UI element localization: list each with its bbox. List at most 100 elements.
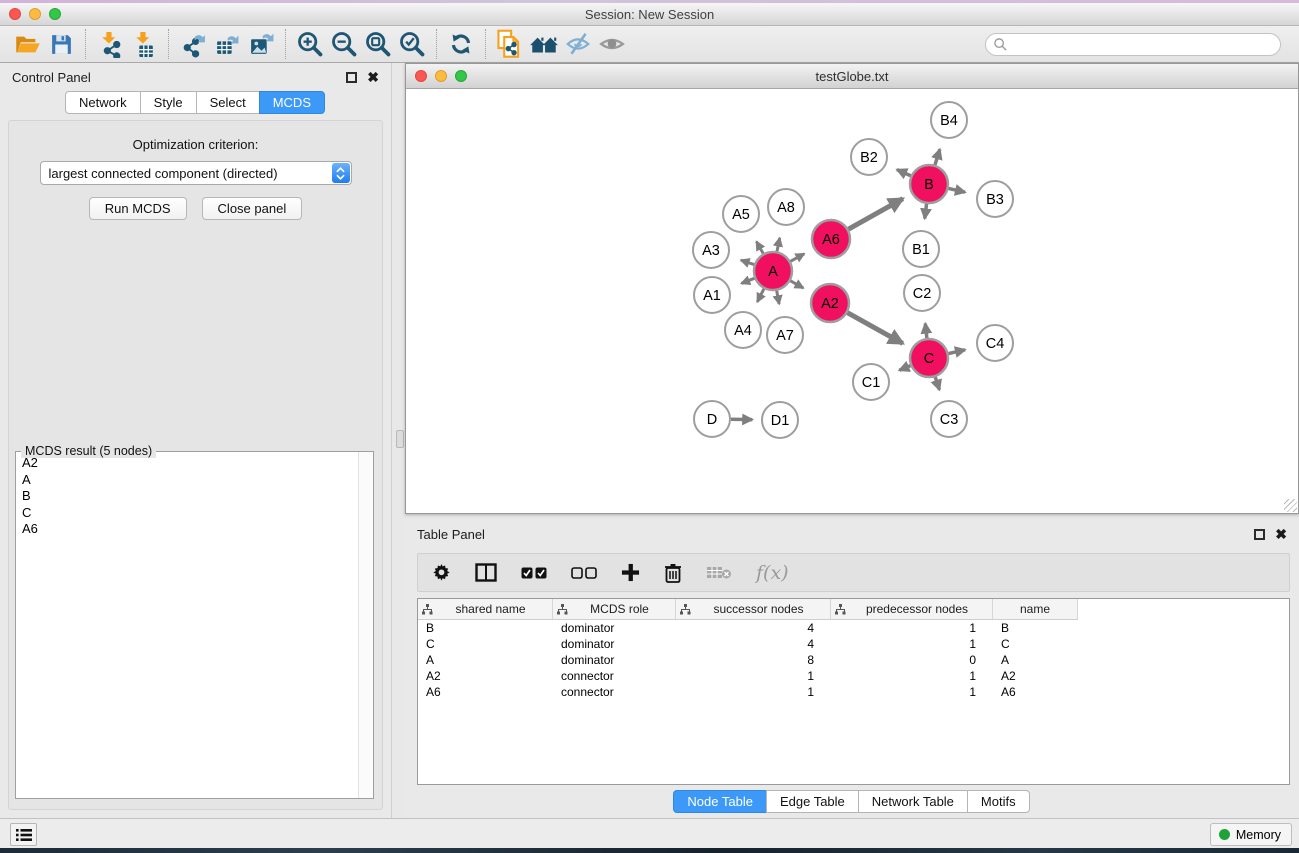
table-row[interactable]: Adominator80A — [418, 652, 1289, 668]
graph-edge-B-B1[interactable] — [925, 204, 927, 219]
window-resize-grip[interactable] — [1284, 499, 1297, 512]
graph-edge-A-A3[interactable] — [741, 260, 754, 264]
graph-edge-A-A4[interactable] — [757, 289, 764, 302]
table-cell[interactable]: A — [418, 653, 553, 667]
column-header-shared-name[interactable]: shared name — [418, 599, 553, 620]
criterion-dropdown[interactable]: largest connected component (directed) — [40, 161, 352, 185]
run-mcds-button[interactable]: Run MCDS — [89, 197, 187, 220]
tab-node-table[interactable]: Node Table — [673, 790, 767, 813]
tab-edge-table[interactable]: Edge Table — [766, 790, 859, 813]
table-row[interactable]: Bdominator41B — [418, 620, 1289, 636]
graph-edge-A-A1[interactable] — [741, 278, 754, 283]
table-cell[interactable]: A6 — [418, 685, 553, 699]
export-image-button[interactable] — [244, 28, 278, 60]
table-cell[interactable]: A — [993, 653, 1078, 667]
first-neighbors-button[interactable] — [527, 28, 561, 60]
table-cell[interactable]: 8 — [676, 653, 831, 667]
table-cell[interactable]: 1 — [676, 669, 831, 683]
open-session-button[interactable] — [10, 28, 44, 60]
import-table-button[interactable] — [127, 28, 161, 60]
column-header-MCDS-role[interactable]: MCDS role — [553, 599, 676, 620]
column-header-predecessor-nodes[interactable]: predecessor nodes — [831, 599, 993, 620]
result-item[interactable]: B — [16, 488, 358, 505]
panel-divider-grip[interactable] — [396, 430, 404, 448]
graph-edge-B-B2[interactable] — [897, 170, 911, 176]
result-scrollbar[interactable] — [358, 452, 373, 798]
tab-network[interactable]: Network — [65, 91, 141, 114]
zoom-out-button[interactable] — [327, 28, 361, 60]
graph-edge-C-C1[interactable] — [899, 366, 910, 371]
refresh-view-button[interactable] — [444, 28, 478, 60]
table-cell[interactable]: B — [993, 621, 1078, 635]
graph-edge-A-A8[interactable] — [777, 238, 780, 251]
graph-edge-C-C2[interactable] — [925, 324, 927, 339]
memory-button[interactable]: Memory — [1210, 823, 1292, 846]
result-item[interactable]: C — [16, 505, 358, 522]
unselect-all-columns-button[interactable] — [571, 567, 597, 579]
save-session-button[interactable] — [44, 28, 78, 60]
table-cell[interactable]: C — [993, 637, 1078, 651]
tab-mcds[interactable]: MCDS — [259, 91, 325, 114]
close-panel-icon[interactable]: ✖ — [367, 72, 379, 83]
delete-column-button[interactable] — [664, 563, 682, 583]
graph-edge-A-A2[interactable] — [790, 281, 803, 288]
table-cell[interactable]: A2 — [418, 669, 553, 683]
show-columns-button[interactable] — [475, 563, 497, 582]
zoom-selected-button[interactable] — [395, 28, 429, 60]
float-panel-icon[interactable] — [346, 72, 357, 83]
hide-selected-button[interactable] — [561, 28, 595, 60]
export-table-button[interactable] — [210, 28, 244, 60]
tab-select[interactable]: Select — [196, 91, 260, 114]
table-cell[interactable]: 4 — [676, 637, 831, 651]
float-table-panel-icon[interactable] — [1254, 529, 1265, 540]
search-input[interactable] — [1008, 35, 1280, 53]
table-cell[interactable]: connector — [553, 685, 676, 699]
table-cell[interactable]: connector — [553, 669, 676, 683]
table-cell[interactable]: dominator — [553, 621, 676, 635]
graph-edge-B-B3[interactable] — [949, 188, 966, 192]
table-row[interactable]: A6connector11A6 — [418, 684, 1289, 700]
zoom-in-button[interactable] — [293, 28, 327, 60]
table-cell[interactable]: 1 — [676, 685, 831, 699]
table-cell[interactable]: dominator — [553, 653, 676, 667]
result-item[interactable]: A2 — [16, 455, 358, 472]
table-cell[interactable]: 0 — [831, 653, 993, 667]
graph-edge-A-A5[interactable] — [756, 242, 763, 254]
zoom-fit-button[interactable] — [361, 28, 395, 60]
result-item[interactable]: A — [16, 472, 358, 489]
export-network-button[interactable] — [176, 28, 210, 60]
add-column-button[interactable] — [621, 563, 640, 582]
tab-motifs[interactable]: Motifs — [967, 790, 1030, 813]
table-cell[interactable]: dominator — [553, 637, 676, 651]
table-settings-button[interactable] — [432, 563, 451, 582]
table-cell[interactable]: 1 — [831, 637, 993, 651]
close-panel-button[interactable]: Close panel — [202, 197, 303, 220]
column-header-name[interactable]: name — [993, 599, 1078, 620]
show-panel-list-button[interactable] — [10, 823, 37, 846]
table-cell[interactable]: A2 — [993, 669, 1078, 683]
select-all-columns-button[interactable] — [521, 567, 547, 579]
tab-network-table[interactable]: Network Table — [858, 790, 968, 813]
new-network-from-selection-button[interactable] — [493, 28, 527, 60]
delete-table-button[interactable] — [706, 565, 732, 580]
table-cell[interactable]: B — [418, 621, 553, 635]
graph-edge-A2-C[interactable] — [847, 313, 902, 344]
search-field[interactable] — [985, 33, 1281, 56]
table-cell[interactable]: A6 — [993, 685, 1078, 699]
column-header-successor-nodes[interactable]: successor nodes — [676, 599, 831, 620]
function-builder-button[interactable]: f(x) — [756, 562, 789, 584]
close-table-panel-icon[interactable]: ✖ — [1275, 529, 1287, 540]
table-row[interactable]: A2connector11A2 — [418, 668, 1289, 684]
table-cell[interactable]: 1 — [831, 685, 993, 699]
graph-edge-B-B4[interactable] — [935, 149, 940, 165]
table-cell[interactable]: 1 — [831, 669, 993, 683]
graph-edge-C-C4[interactable] — [949, 350, 966, 354]
graph-edge-A-A7[interactable] — [777, 291, 779, 304]
graph-edge-A6-B[interactable] — [848, 199, 902, 230]
network-canvas[interactable]: B4B2BB3A5A8A6A3B1AA1C2A2A4A7C4CC1C3DD1 — [406, 89, 1298, 513]
table-cell[interactable]: C — [418, 637, 553, 651]
result-item[interactable]: A6 — [16, 521, 358, 538]
tab-style[interactable]: Style — [140, 91, 197, 114]
table-row[interactable]: Cdominator41C — [418, 636, 1289, 652]
graph-edge-C-C3[interactable] — [935, 377, 939, 390]
